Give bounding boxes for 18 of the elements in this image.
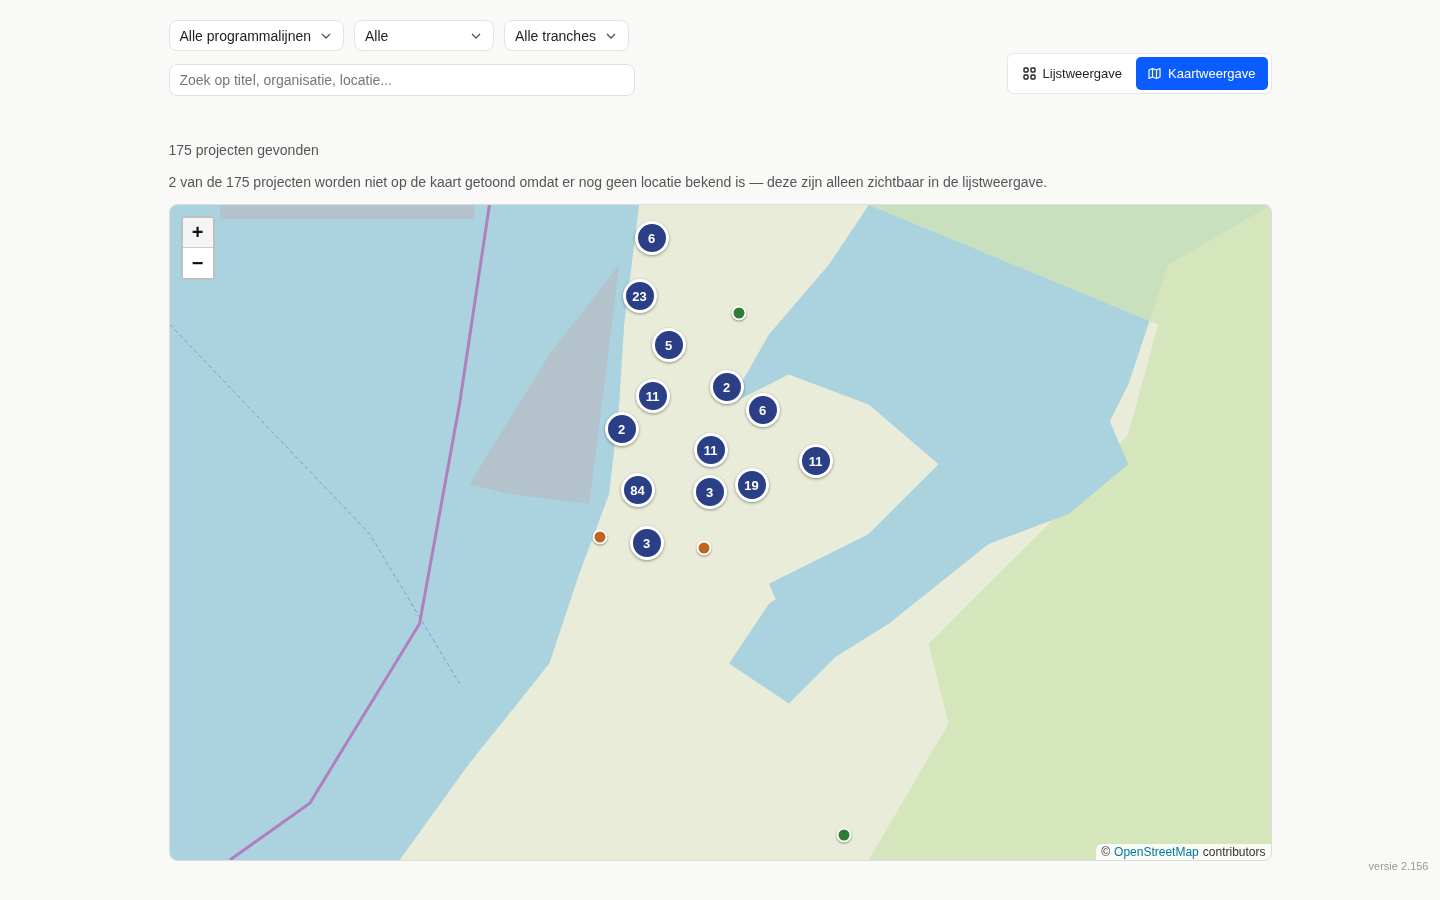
zoom-in-button[interactable]: + bbox=[182, 218, 213, 248]
view-tab[interactable]: Lijstweergave bbox=[1010, 57, 1135, 90]
filter-dropdown[interactable]: Alle tranches bbox=[504, 20, 629, 51]
chevron-down-icon bbox=[605, 32, 616, 39]
view-tab[interactable]: Kaartweergave bbox=[1136, 57, 1268, 90]
attribution-link[interactable]: OpenStreetMap bbox=[1114, 845, 1199, 859]
filter-dropdown[interactable]: Alle programmalijnen bbox=[168, 20, 344, 51]
result-count: 175 projecten gevonden bbox=[168, 142, 320, 158]
grid-icon bbox=[1022, 67, 1036, 80]
attribution-text: contributors bbox=[1202, 845, 1266, 859]
filter-dropdown[interactable]: Alle bbox=[354, 20, 494, 51]
version-label: versie 2.156 bbox=[1368, 860, 1429, 872]
map-notice: 2 van de 175 projecten worden niet op de kaart getoond omdat er nog geen locatie bekend is — deze zijn alleen zichtbaar in de lijstweergave. bbox=[168, 174, 1049, 190]
search-field[interactable]: Zoek op titel, organisatie, locatie... bbox=[168, 64, 635, 96]
chevron-down-icon bbox=[321, 32, 331, 39]
attribution-text: © bbox=[1101, 845, 1111, 859]
chevron-down-icon bbox=[471, 32, 481, 39]
map-icon bbox=[1148, 67, 1162, 80]
